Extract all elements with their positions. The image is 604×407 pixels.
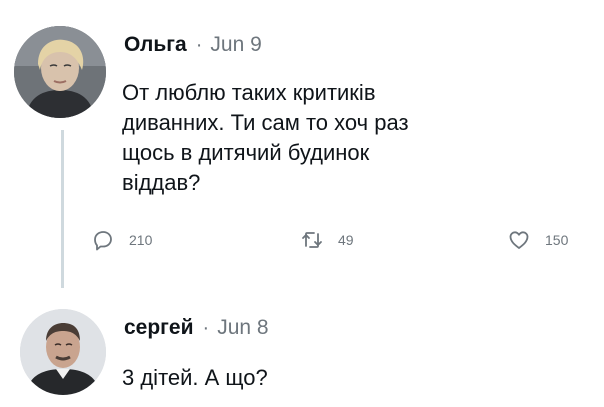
retweet-button[interactable]: 49 <box>300 228 354 252</box>
like-icon <box>509 231 529 249</box>
tweet-text-line: диванних. Ти сам то хоч раз <box>122 110 409 135</box>
separator-dot: · <box>195 34 203 56</box>
tweet-actions: 210 49 150 <box>0 228 604 258</box>
tweet[interactable]: Ольга · Jun 9 От люблю таких критиків ди… <box>0 0 604 300</box>
tweet-text-line: віддав? <box>122 170 201 195</box>
tweet-date[interactable]: Jun 9 <box>210 33 261 57</box>
separator-dot: · <box>202 317 210 339</box>
like-button[interactable]: 150 <box>507 228 568 252</box>
author-name[interactable]: сергей <box>124 316 194 340</box>
retweet-icon <box>302 232 322 248</box>
tweet-text-line: щось в дитячий будинок <box>122 140 370 165</box>
tweet-header: сергей · Jun 8 <box>124 316 269 340</box>
avatar-photo <box>14 26 106 118</box>
retweet-count: 49 <box>338 232 354 248</box>
avatar-photo <box>20 309 106 395</box>
tweet[interactable]: сергей · Jun 8 3 дітей. А що? <box>0 300 604 407</box>
tweet-date[interactable]: Jun 8 <box>217 316 268 340</box>
author-name[interactable]: Ольга <box>124 33 187 57</box>
tweet-text: От люблю таких критиків диванних. Ти сам… <box>122 78 452 198</box>
like-count: 150 <box>545 232 569 248</box>
reply-icon <box>94 231 112 251</box>
tweet-text-line: 3 дітей. А що? <box>122 365 268 390</box>
tweet-header: Ольга · Jun 9 <box>124 33 262 57</box>
tweet-text-line: От люблю таких критиків <box>122 80 376 105</box>
tweet-text: 3 дітей. А що? <box>122 363 452 393</box>
thread-line <box>61 130 64 288</box>
avatar[interactable] <box>14 26 106 118</box>
reply-count: 210 <box>129 232 153 248</box>
reply-button[interactable]: 210 <box>91 228 152 252</box>
avatar[interactable] <box>20 309 106 395</box>
